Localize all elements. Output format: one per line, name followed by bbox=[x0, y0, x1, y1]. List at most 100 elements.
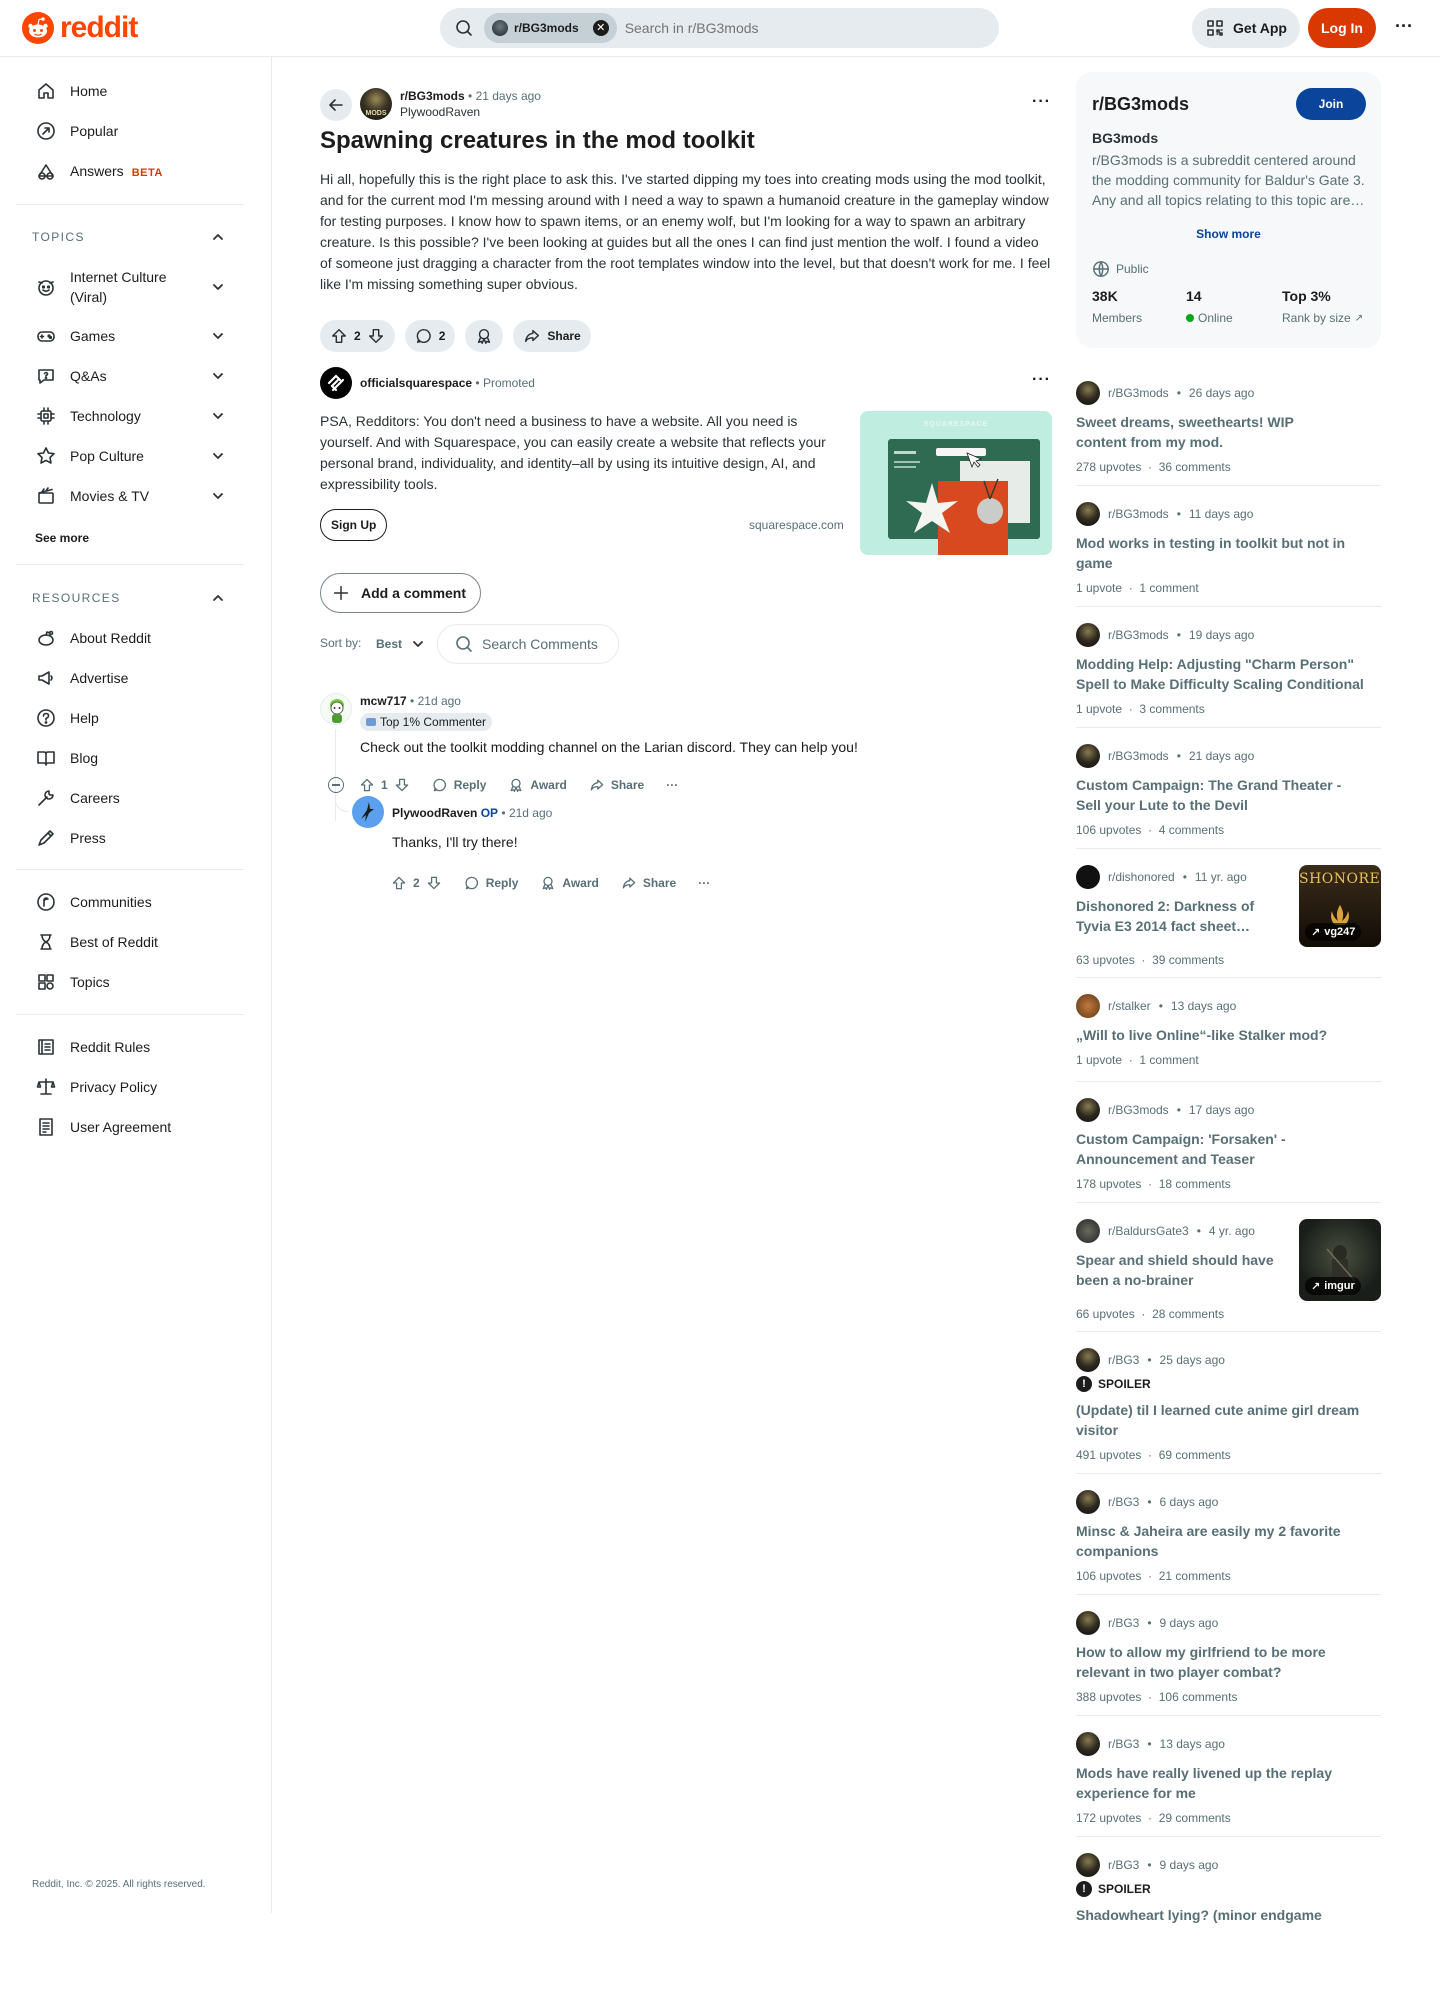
related-post-sub[interactable]: r/BG3mods bbox=[1108, 628, 1169, 642]
share-button[interactable]: Share bbox=[513, 320, 591, 352]
chevron-up-icon[interactable] bbox=[210, 229, 226, 245]
related-post[interactable]: r/BG3mods • 19 days ago Modding Help: Adju… bbox=[1076, 623, 1381, 728]
share-button[interactable]: Share bbox=[610, 867, 687, 899]
related-post-sub[interactable]: r/stalker bbox=[1108, 999, 1151, 1013]
topics-heading[interactable]: TOPICS bbox=[32, 230, 85, 244]
show-more-button[interactable]: Show more bbox=[1076, 227, 1381, 241]
sidebar-item-help[interactable]: Help bbox=[36, 708, 99, 728]
ad-domain[interactable]: squarespace.com bbox=[749, 518, 844, 532]
related-post[interactable]: r/BaldursGate3 • 4 yr. ago Spear and shiel… bbox=[1076, 1219, 1381, 1332]
community-name[interactable]: r/BG3mods bbox=[1092, 94, 1189, 115]
related-post-title[interactable]: Custom Campaign: 'Forsaken' - Announceme… bbox=[1076, 1129, 1316, 1169]
related-post[interactable]: r/BG3mods • 11 days ago Mod works in testi… bbox=[1076, 502, 1381, 607]
login-button[interactable]: Log In bbox=[1308, 8, 1376, 48]
comments-button[interactable]: 2 bbox=[404, 320, 456, 352]
related-post-sub[interactable]: r/BG3mods bbox=[1108, 749, 1169, 763]
sidebar-item-press[interactable]: Press bbox=[36, 828, 106, 848]
sidebar-item-internet-culture[interactable]: Internet Culture (Viral) bbox=[36, 267, 180, 307]
sidebar-item-answers[interactable]: Answers BETA bbox=[36, 161, 163, 183]
post-subreddit-link[interactable]: r/BG3mods bbox=[400, 89, 465, 103]
sort-dropdown[interactable]: Best bbox=[376, 636, 426, 652]
add-comment-button[interactable]: Add a comment bbox=[320, 573, 482, 613]
avatar[interactable] bbox=[352, 796, 384, 828]
downvote-icon[interactable] bbox=[426, 875, 442, 891]
related-post[interactable]: r/BG3 • 6 days ago Minsc & Jaheira are eas… bbox=[1076, 1490, 1381, 1595]
sidebar-item-about[interactable]: About Reddit bbox=[36, 628, 151, 648]
upvote-icon[interactable] bbox=[391, 875, 407, 891]
related-post[interactable]: r/BG3mods • 17 days ago Custom Campaign: '… bbox=[1076, 1098, 1381, 1203]
sidebar-item-reddit-rules[interactable]: Reddit Rules bbox=[36, 1037, 150, 1057]
related-post-title[interactable]: Shadowheart lying? (minor endgame bbox=[1076, 1905, 1366, 1925]
related-post-title[interactable]: Mod works in testing in toolkit but not … bbox=[1076, 533, 1366, 573]
related-post-sub[interactable]: r/dishonored bbox=[1108, 870, 1175, 884]
reddit-logo[interactable]: reddit bbox=[22, 11, 138, 45]
chevron-down-icon[interactable] bbox=[210, 368, 226, 384]
sidebar-item-user-agreement[interactable]: User Agreement bbox=[36, 1117, 171, 1137]
related-post-title[interactable]: „Will to live Online“-like Stalker mod? bbox=[1076, 1025, 1366, 1045]
related-post[interactable]: r/BG3 • 9 days ago ! SPOILER Shadowheart ly… bbox=[1076, 1853, 1381, 1983]
sidebar-item-qas[interactable]: Q&As bbox=[36, 366, 107, 386]
related-post[interactable]: r/BG3 • 9 days ago How to allow my girlfri… bbox=[1076, 1611, 1381, 1716]
back-button[interactable] bbox=[320, 89, 352, 121]
related-post-sub[interactable]: r/BG3 bbox=[1108, 1353, 1139, 1367]
ad-signup-button[interactable]: Sign Up bbox=[320, 509, 388, 541]
comment-author[interactable]: mcw717 bbox=[360, 694, 407, 708]
related-post-sub[interactable]: r/BG3 bbox=[1108, 1495, 1139, 1509]
squarespace-logo-icon[interactable] bbox=[320, 367, 352, 399]
sidebar-item-topics[interactable]: Topics bbox=[36, 972, 110, 992]
see-more-button[interactable]: See more bbox=[35, 531, 89, 545]
related-post-title[interactable]: Minsc & Jaheira are easily my 2 favorite… bbox=[1076, 1521, 1366, 1561]
chevron-up-icon[interactable] bbox=[210, 590, 226, 606]
ad-more-options-icon[interactable]: ··· bbox=[1032, 371, 1051, 389]
share-button[interactable]: Share bbox=[578, 769, 655, 801]
chevron-down-icon[interactable] bbox=[210, 408, 226, 424]
reply-button[interactable]: Reply bbox=[421, 769, 498, 801]
sidebar-item-movies-tv[interactable]: Movies & TV bbox=[36, 486, 149, 506]
resources-heading[interactable]: RESOURCES bbox=[32, 591, 121, 605]
sidebar-item-games[interactable]: Games bbox=[36, 326, 115, 346]
sidebar-item-advertise[interactable]: Advertise bbox=[36, 668, 128, 688]
post-author[interactable]: PlywoodRaven bbox=[400, 104, 541, 120]
related-post[interactable]: r/dishonored • 11 yr. ago Dishonored 2: Da… bbox=[1076, 865, 1381, 978]
sidebar-item-communities[interactable]: Communities bbox=[36, 892, 152, 912]
related-post-sub[interactable]: r/BaldursGate3 bbox=[1108, 1224, 1189, 1238]
search-community-chip[interactable]: r/BG3mods ✕ bbox=[484, 13, 617, 43]
search-bar[interactable]: r/BG3mods ✕ bbox=[440, 8, 999, 48]
join-button[interactable]: Join bbox=[1296, 88, 1366, 120]
sidebar-item-popular[interactable]: Popular bbox=[36, 121, 118, 141]
related-post-sub[interactable]: r/BG3 bbox=[1108, 1858, 1139, 1872]
post-more-options-icon[interactable]: ··· bbox=[1032, 93, 1051, 111]
avatar[interactable] bbox=[320, 693, 352, 725]
close-icon[interactable]: ✕ bbox=[592, 20, 609, 36]
rank-stat[interactable]: Top 3% Rank by size ↗ bbox=[1282, 287, 1363, 325]
downvote-icon[interactable] bbox=[394, 777, 410, 793]
related-post-sub[interactable]: r/BG3 bbox=[1108, 1737, 1139, 1751]
upvote-icon[interactable] bbox=[330, 327, 348, 345]
related-post-sub[interactable]: r/BG3mods bbox=[1108, 507, 1169, 521]
thread-line[interactable] bbox=[335, 729, 336, 821]
comment-author[interactable]: PlywoodRaven bbox=[392, 806, 477, 820]
chevron-down-icon[interactable] bbox=[210, 488, 226, 504]
reply-button[interactable]: Reply bbox=[453, 867, 530, 899]
sidebar-item-blog[interactable]: Blog bbox=[36, 748, 98, 768]
sidebar-item-careers[interactable]: Careers bbox=[36, 788, 120, 808]
sidebar-item-best-of-reddit[interactable]: Best of Reddit bbox=[36, 932, 158, 952]
more-options-icon[interactable]: ··· bbox=[1392, 17, 1416, 38]
related-post[interactable]: r/stalker • 13 days ago „Will to live Onli… bbox=[1076, 994, 1381, 1082]
ad-thumbnail[interactable]: SQUARESPACE bbox=[860, 411, 1052, 555]
comment-more-options-icon[interactable]: ··· bbox=[687, 867, 721, 899]
related-post-title[interactable]: Spear and shield should have been a no-b… bbox=[1076, 1250, 1286, 1290]
related-post-sub[interactable]: r/BG3mods bbox=[1108, 1103, 1169, 1117]
related-post-sub[interactable]: r/BG3 bbox=[1108, 1616, 1139, 1630]
subreddit-avatar[interactable]: MODS bbox=[360, 88, 392, 120]
related-post-thumbnail[interactable]: SHONORED ↗vg247 bbox=[1299, 865, 1381, 947]
related-post-thumbnail[interactable]: ↗ imgur bbox=[1299, 1219, 1381, 1301]
award-button[interactable]: Award bbox=[529, 867, 609, 899]
sidebar-item-technology[interactable]: Technology bbox=[36, 406, 141, 426]
get-app-button[interactable]: Get App bbox=[1192, 8, 1300, 48]
related-post-title[interactable]: Mods have really livened up the replay e… bbox=[1076, 1763, 1366, 1803]
sidebar-item-privacy-policy[interactable]: Privacy Policy bbox=[36, 1077, 157, 1097]
related-post-title[interactable]: Sweet dreams, sweethearts! WIP content f… bbox=[1076, 412, 1326, 452]
award-button[interactable]: Award bbox=[497, 769, 577, 801]
upvote-icon[interactable] bbox=[359, 777, 375, 793]
